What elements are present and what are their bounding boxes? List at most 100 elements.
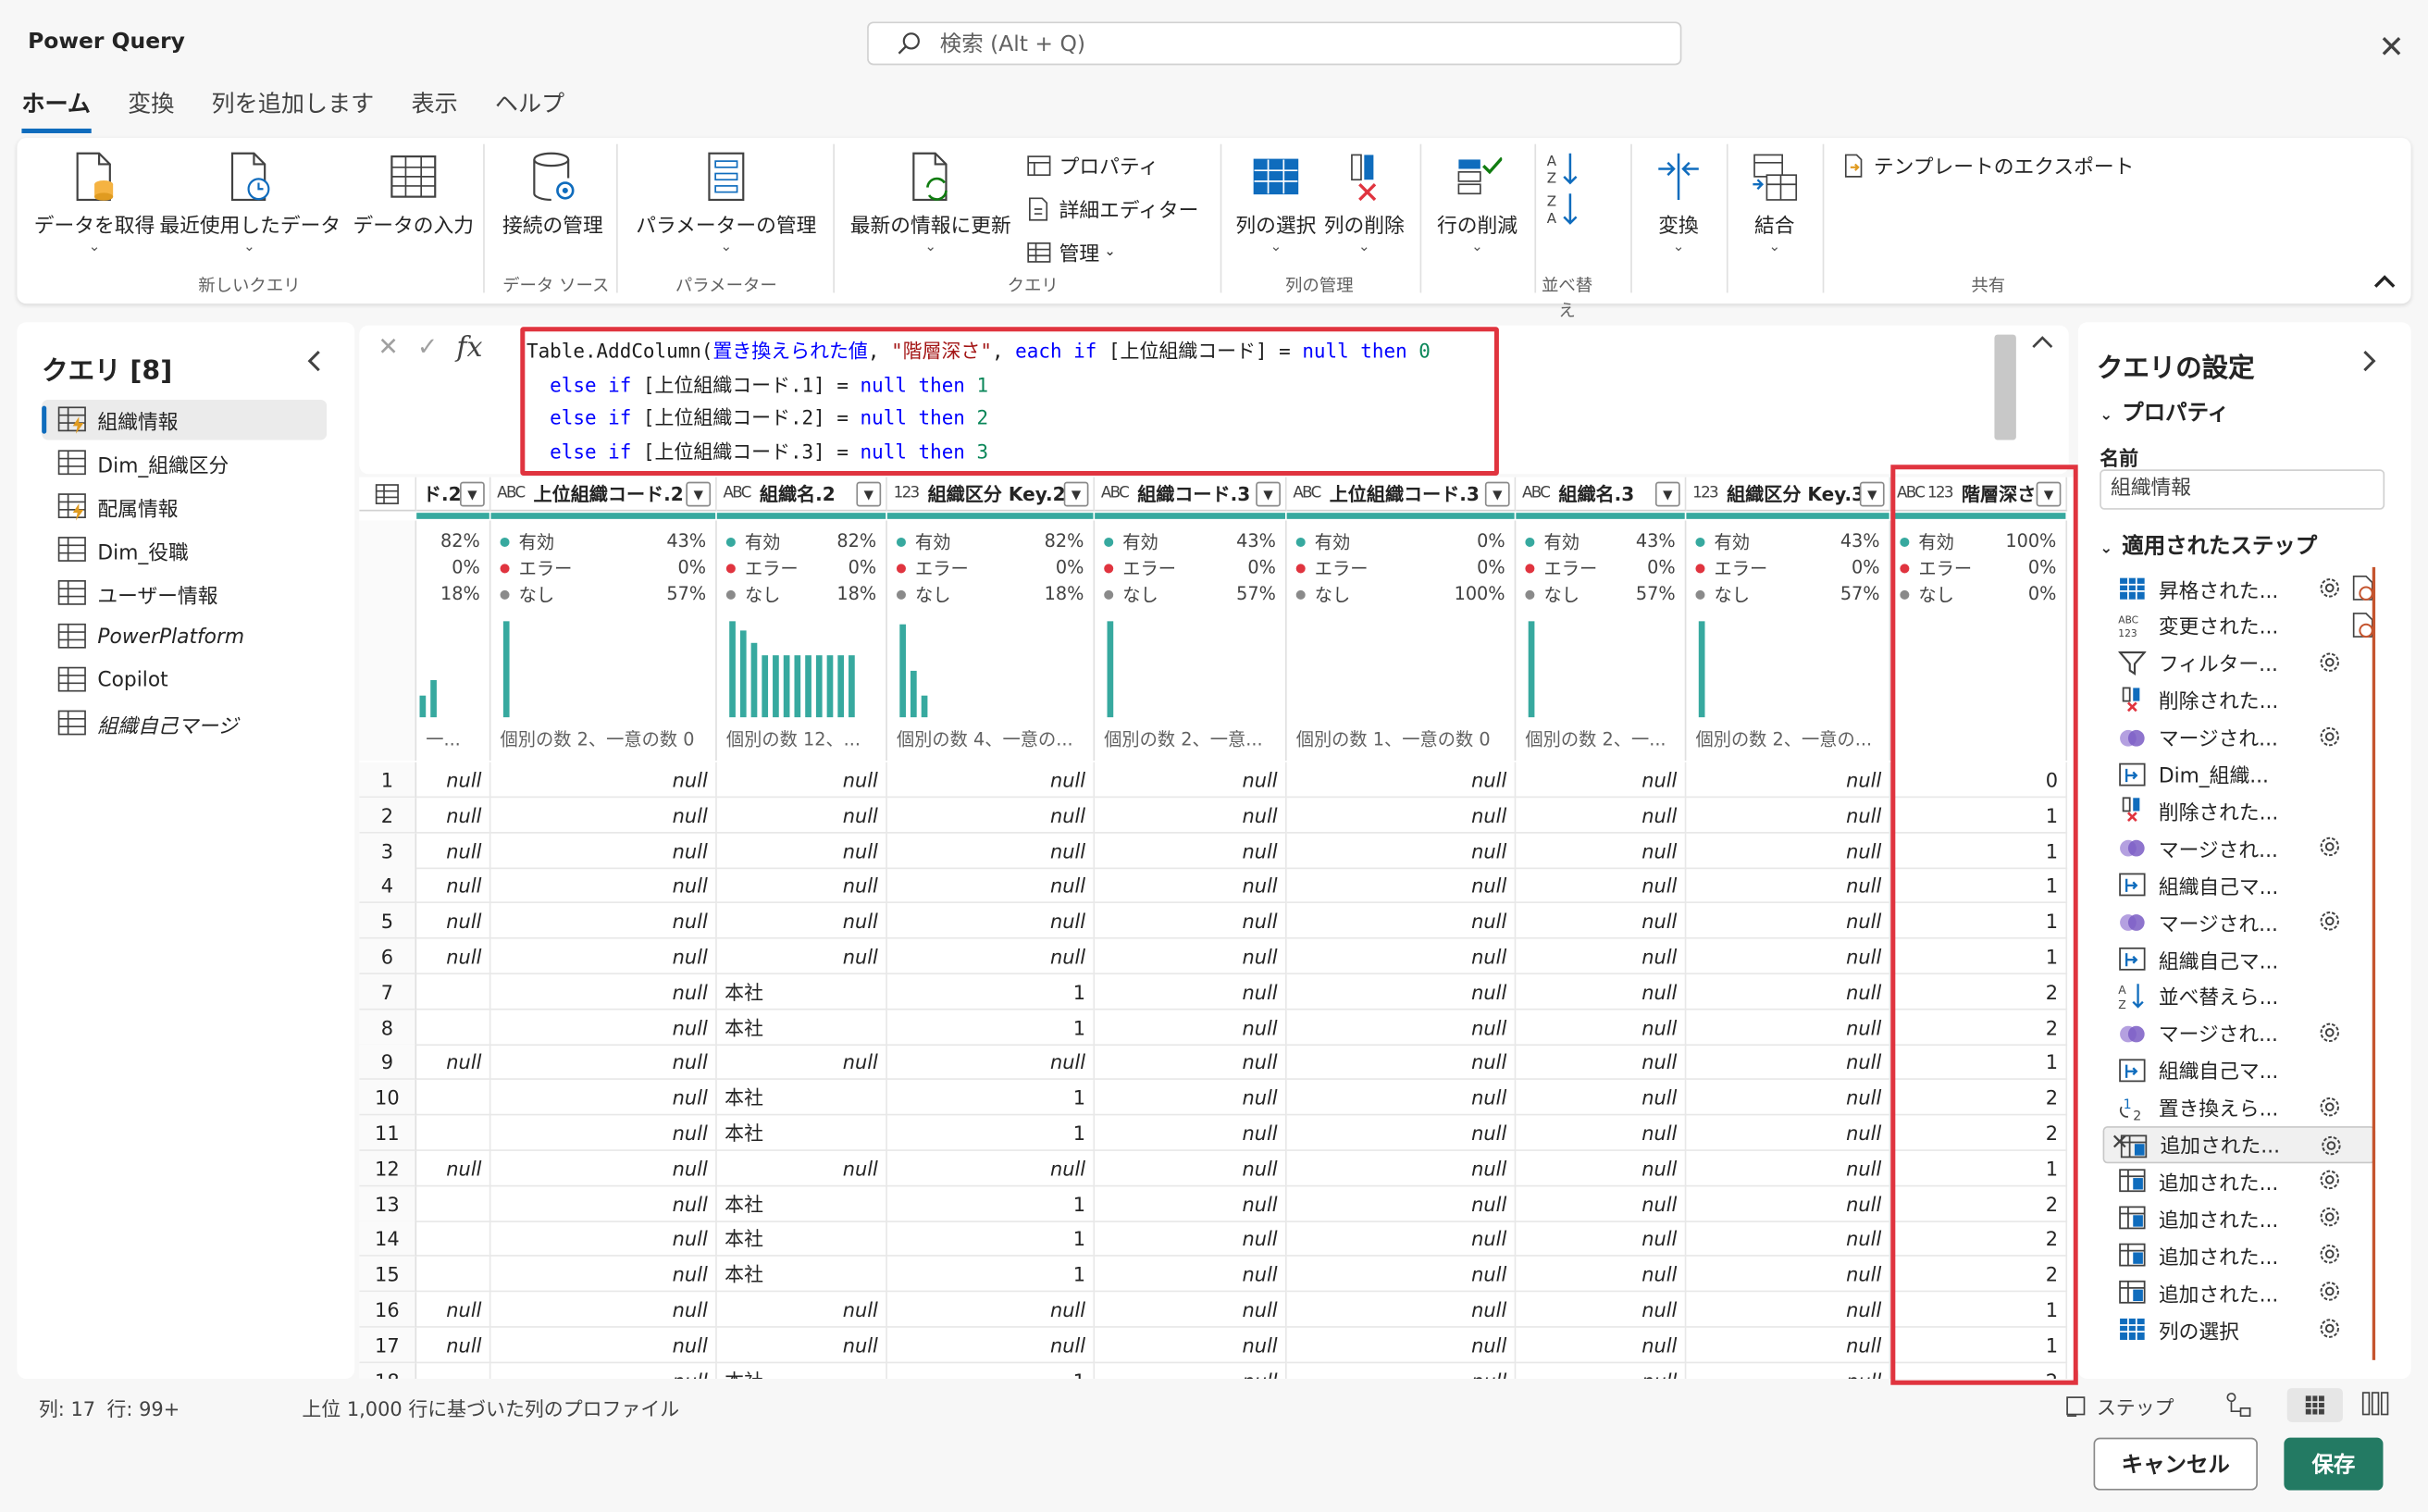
column-header[interactable]: ド.2 ▼ [416,477,491,512]
table-cell[interactable] [416,1115,491,1151]
row-number[interactable]: 16 [359,1292,417,1328]
cancel-button[interactable]: キャンセル [2093,1437,2258,1491]
table-cell[interactable]: null [1516,868,1687,904]
table-cell[interactable]: null [886,1327,1096,1363]
advanced-editor-button[interactable]: 詳細エディター [1027,193,1198,223]
table-cell[interactable]: null [490,1362,717,1380]
table-cell[interactable]: null [1095,1150,1287,1187]
row-number[interactable]: 14 [359,1221,417,1258]
table-cell[interactable]: null [886,1150,1096,1187]
table-cell[interactable]: null [1686,1080,1891,1116]
table-cell[interactable]: null [1686,1045,1891,1081]
gear-icon[interactable] [2317,1204,2343,1236]
gear-icon[interactable] [2317,723,2343,755]
table-cell[interactable]: null [1095,1009,1287,1046]
column-header[interactable]: ABC 組織コード.3 ▼ [1095,477,1287,512]
table-cell[interactable]: 1 [886,1221,1096,1258]
row-number[interactable]: 12 [359,1150,417,1187]
table-cell[interactable] [416,1257,491,1293]
table-cell[interactable]: null [716,797,887,834]
row-number[interactable]: 11 [359,1115,417,1151]
table-cell[interactable]: null [1095,903,1287,939]
table-cell[interactable]: 本社 [716,1009,887,1046]
gear-icon[interactable] [2318,1132,2344,1164]
column-type-icon[interactable]: ABC [1522,485,1551,502]
row-number[interactable]: 7 [359,973,417,1010]
table-cell[interactable]: null [490,762,717,799]
row-number[interactable]: 9 [359,1045,417,1081]
table-cell[interactable]: null [490,797,717,834]
row-number[interactable]: 13 [359,1185,417,1222]
table-cell[interactable]: null [1095,762,1287,799]
table-cell[interactable]: null [1095,1327,1287,1363]
column-header[interactable]: 123 組織区分 Key.3 ▼ [1686,477,1891,512]
table-cell[interactable]: null [1686,1009,1891,1046]
table-cell[interactable]: null [1686,1362,1891,1380]
gear-icon[interactable] [2317,1019,2343,1051]
table-cell[interactable]: null [886,762,1096,799]
applied-step[interactable]: Dim_組織... [2103,755,2376,792]
table-cell[interactable]: null [886,868,1096,904]
table-cell[interactable]: null [1516,1185,1687,1222]
query-item[interactable]: 組織自己マージ [42,703,327,744]
table-cell[interactable]: null [1516,1362,1687,1380]
table-cell[interactable]: 1 [887,1362,1096,1380]
table-cell[interactable]: null [716,762,887,799]
table-cell[interactable]: null [1095,1257,1287,1293]
applied-step[interactable]: ✕ 追加された... [2102,1125,2376,1164]
gear-icon[interactable] [2317,1278,2343,1310]
table-cell[interactable]: null [1686,938,1891,975]
table-cell[interactable]: null [1095,1292,1287,1328]
table-cell[interactable]: 本社 [716,1185,887,1222]
enter-data-button[interactable]: データの入力 [342,150,485,239]
table-cell[interactable] [416,1080,491,1116]
sort-descending-button[interactable]: ZA [1543,191,1580,234]
collapse-settings-button[interactable] [2360,349,2378,378]
transform-button[interactable]: 変換 ⌄ [1643,150,1715,255]
table-cell[interactable]: null [490,868,717,904]
applied-step[interactable]: A Z 並べ替えら... [2103,977,2376,1014]
step-view-button[interactable]: ステップ [2064,1391,2174,1420]
table-cell[interactable]: null [1286,833,1517,869]
column-filter-dropdown[interactable]: ▼ [1256,481,1281,507]
applied-step[interactable]: 追加された... [2103,1162,2376,1199]
table-cell[interactable]: null [716,1292,887,1328]
column-type-icon[interactable]: ABC [1101,485,1130,502]
table-cell[interactable]: null [1516,833,1687,869]
table-cell[interactable]: null [416,762,491,799]
row-number[interactable]: 2 [359,797,417,834]
table-cell[interactable]: null [1287,1362,1517,1380]
column-header[interactable]: ABC 組織名.3 ▼ [1516,477,1687,512]
export-template-button[interactable]: テンプレートのエクスポート [1841,150,2134,180]
manage-button[interactable]: 管理 ⌄ [1027,237,1116,266]
table-cell[interactable] [416,1221,491,1258]
table-cell[interactable]: null [1686,1221,1891,1258]
table-cell[interactable]: null [490,833,717,869]
table-cell[interactable]: null [1286,903,1517,939]
column-filter-dropdown[interactable]: ▼ [1063,481,1089,507]
save-button[interactable]: 保存 [2284,1437,2384,1491]
table-cell[interactable]: null [716,868,887,904]
applied-step[interactable]: 1 2 置き換えら... [2103,1088,2376,1125]
table-cell[interactable]: null [1686,762,1891,799]
collapse-ribbon-button[interactable] [2373,271,2396,296]
table-cell[interactable]: null [416,833,491,869]
table-cell[interactable]: null [1686,1257,1891,1293]
applied-step[interactable]: 追加された... [2103,1273,2376,1310]
combine-button[interactable]: 結合 ⌄ [1739,150,1810,255]
query-item[interactable]: Copilot [42,660,327,700]
sort-ascending-button[interactable]: AZ [1543,150,1580,193]
tab-add-column[interactable]: 列を追加します [212,87,375,133]
table-cell[interactable]: null [490,1115,717,1151]
table-cell[interactable]: 本社 [716,1257,887,1293]
table-cell[interactable]: null [1686,903,1891,939]
table-cell[interactable]: null [416,1327,491,1363]
schema-view-button[interactable] [2361,1391,2389,1420]
table-cell[interactable]: null [1516,1221,1687,1258]
applied-step[interactable]: マージされ... [2103,829,2376,866]
table-cell[interactable]: null [1095,1362,1287,1380]
grid-corner-button[interactable] [359,477,417,512]
table-cell[interactable]: null [1286,797,1517,834]
column-type-icon[interactable]: ABC [497,485,526,502]
table-cell[interactable]: null [490,1045,717,1081]
